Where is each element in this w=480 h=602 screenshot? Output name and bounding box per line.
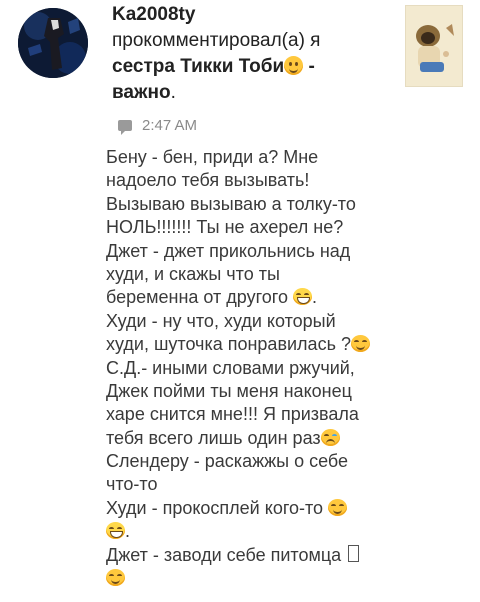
- comment-line-text: С.Д.- иными словами ржучий,: [106, 357, 355, 378]
- comment-line: Худи - ну что, худи который: [106, 310, 466, 333]
- comment-line: беременна от другого .: [106, 286, 466, 309]
- comment-line-after: .: [125, 521, 131, 542]
- comment-line-text: худи, и скажы что ты: [106, 263, 280, 284]
- timestamp: 2:47 AM: [142, 117, 198, 134]
- comment-line-text: что-то: [106, 474, 158, 495]
- user-avatar[interactable]: [18, 8, 88, 78]
- comment-line: Бену - бен, приди а? Мне: [106, 146, 466, 169]
- comment-line-text: надоело тебя вызывать!: [106, 170, 310, 191]
- missing-glyph-icon: [348, 544, 360, 562]
- thumbnail-image: [406, 6, 462, 86]
- post-title-end-part[interactable]: важно: [112, 82, 171, 103]
- action-prefix: прокомментировал(а) я: [112, 30, 321, 51]
- comment-line-text: Бену - бен, приди а? Мне: [106, 147, 319, 167]
- smiley-emoji-icon: [284, 56, 304, 75]
- comment-line: харе снится мне!!! Я призвала: [106, 403, 466, 426]
- comment-line: Слендеру - раскажжы о себе: [106, 450, 466, 473]
- comment-icon: [118, 120, 132, 135]
- comment-line: .: [106, 520, 466, 543]
- avatar-image: [18, 8, 88, 78]
- action-text: прокомментировал(а) я: [112, 28, 402, 54]
- smile-emoji-icon: [106, 569, 125, 587]
- comment-body: Бену - бен, приди а? Мне надоело тебя выз…: [106, 146, 466, 590]
- comment-line: что-то: [106, 473, 466, 496]
- comment-line: Джет - джет прикольнись над: [106, 240, 466, 263]
- post-thumbnail[interactable]: [405, 5, 463, 87]
- post-title-period: .: [170, 82, 176, 103]
- comment-line-text: НОЛЬ!!!!!!! Ты не ахерел не?: [106, 217, 344, 238]
- comment-line-text: Вызываю вызываю а толку-то: [106, 193, 356, 214]
- comment-line: Вызываю вызываю а толку-то: [106, 193, 466, 216]
- comment-line: НОЛЬ!!!!!!! Ты не ахерел не?: [106, 216, 466, 239]
- comment-line: надоело тебя вызывать!: [106, 169, 466, 192]
- cry-emoji-icon: [320, 428, 340, 446]
- comment-meta: 2:47 AM: [118, 117, 198, 135]
- comment-line: тебя всего лишь один раз: [106, 427, 466, 450]
- comment-line-after: .: [311, 287, 317, 308]
- smile-emoji-icon: [350, 335, 370, 353]
- comment-line: худи, и скажы что ты: [106, 263, 466, 286]
- comment-line: [106, 567, 466, 590]
- comment-line-text: Слендеру - раскажжы о себе: [106, 451, 349, 472]
- post-title-line-end[interactable]: важно.: [112, 80, 402, 106]
- username[interactable]: Ka2008ty: [112, 2, 402, 28]
- post-title-line[interactable]: сестра Тикки Тоби -: [112, 54, 402, 80]
- smile-emoji-icon: [328, 498, 348, 516]
- comment-line: Джек пойми ты меня наконец: [106, 380, 466, 403]
- comment-line-text: худи, шуточка понравилась ?: [106, 334, 351, 355]
- comment-line-text: тебя всего лишь один раз: [106, 427, 321, 448]
- grin-emoji-icon: [292, 288, 312, 306]
- comment-line-text: Худи - прокосплей кого-то: [106, 497, 329, 518]
- comment-line-text: Джет - заводи себе питомца: [106, 544, 347, 565]
- notification-header: Ka2008ty прокомментировал(а) я сестра Ти…: [112, 2, 402, 106]
- comment-line: Худи - прокосплей кого-то: [106, 497, 466, 520]
- comment-line-text: харе снится мне!!! Я призвала: [106, 404, 359, 425]
- comment-line: худи, шуточка понравилась ?: [106, 333, 466, 356]
- post-title-part[interactable]: сестра Тикки Тоби: [112, 56, 284, 77]
- comment-line-text: Худи - ну что, худи который: [106, 310, 336, 331]
- comment-line: С.Д.- иными словами ржучий,: [106, 357, 466, 380]
- comment-line-text: Джек пойми ты меня наконец: [106, 380, 352, 401]
- post-title-dash[interactable]: -: [303, 56, 314, 77]
- comment-line-text: беременна от другого: [106, 287, 293, 308]
- comment-line: Джет - заводи себе питомца: [106, 544, 466, 567]
- grin-emoji-icon: [106, 522, 125, 540]
- comment-line-text: Джет - джет прикольнись над: [106, 240, 351, 261]
